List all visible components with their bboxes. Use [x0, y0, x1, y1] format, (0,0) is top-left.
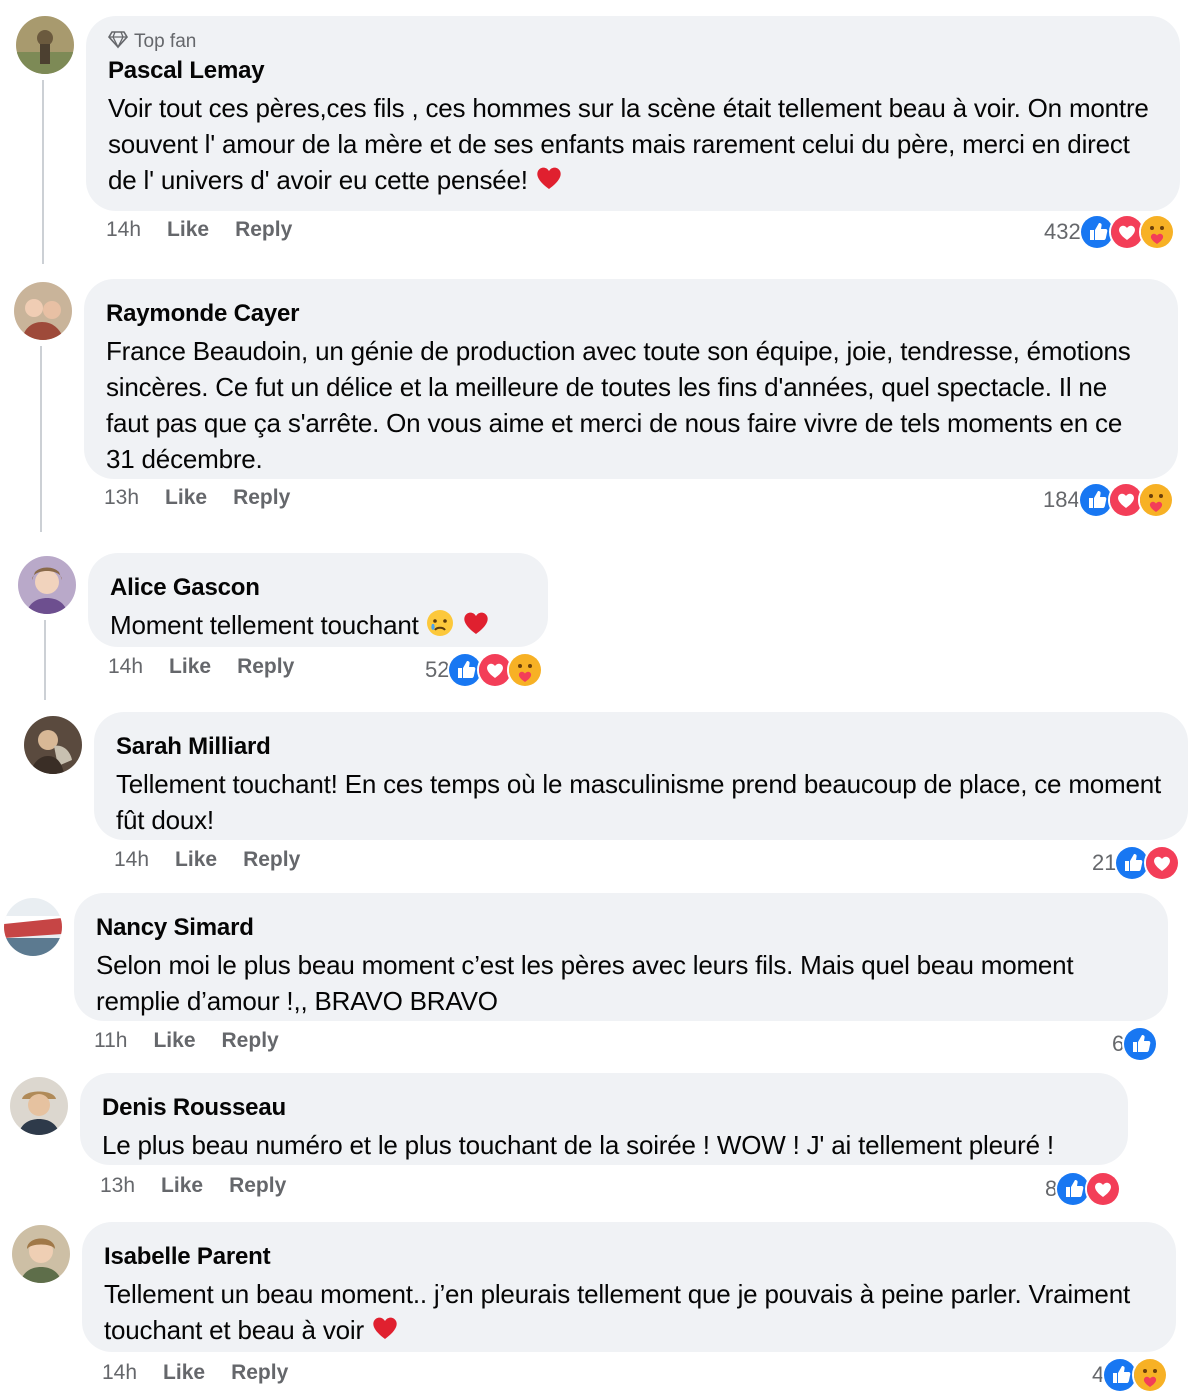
thread-line [44, 620, 46, 700]
comment-bubble: Denis Rousseau Le plus beau numéro et le… [80, 1073, 1128, 1165]
comment-bubble: Raymonde Cayer France Beaudoin, un génie… [84, 279, 1178, 479]
reply-button[interactable]: Reply [235, 218, 292, 242]
comment-text: Le plus beau numéro et le plus touchant … [102, 1130, 1054, 1160]
comment-timestamp[interactable]: 13h [100, 1174, 135, 1198]
comment-timestamp[interactable]: 14h [106, 218, 141, 242]
comment-bubble: Top fan Pascal Lemay Voir tout ces pères… [86, 16, 1180, 211]
avatar[interactable] [4, 898, 62, 956]
badge-label: Top fan [134, 31, 197, 52]
like-button[interactable]: Like [163, 1361, 205, 1385]
reaction-count: 21 [1092, 850, 1117, 875]
comment-timestamp[interactable]: 14h [102, 1361, 137, 1385]
love-icon [1144, 845, 1181, 881]
red-heart-emoji [370, 1313, 400, 1343]
comment-bubble: Alice Gascon Moment tellement touchant [88, 553, 548, 647]
comment-author[interactable]: Pascal Lemay [108, 56, 1156, 86]
like-button[interactable]: Like [167, 218, 209, 242]
comment-bubble: Isabelle Parent Tellement un beau moment… [82, 1222, 1176, 1352]
reaction-summary[interactable]: 432 [1044, 214, 1175, 250]
reaction-summary[interactable]: 6 [1112, 1026, 1159, 1062]
comment-actions: 14h Like Reply [114, 848, 300, 872]
comment-actions: 14h Like Reply [108, 655, 294, 679]
like-button[interactable]: Like [169, 655, 211, 679]
reaction-count: 184 [1043, 487, 1080, 512]
comment-text: Voir tout ces pères,ces fils , ces homme… [108, 93, 1149, 195]
reaction-summary[interactable]: 21 [1092, 845, 1181, 881]
reaction-summary[interactable]: 184 [1043, 482, 1174, 518]
comment-text: Selon moi le plus beau moment c’est les … [96, 950, 1074, 1016]
reply-button[interactable]: Reply [237, 655, 294, 679]
reaction-summary[interactable]: 4 [1092, 1357, 1169, 1393]
reaction-count: 52 [425, 657, 450, 682]
comment-author[interactable]: Denis Rousseau [102, 1093, 1104, 1123]
avatar[interactable] [24, 716, 82, 774]
comment-author[interactable]: Raymonde Cayer [106, 299, 1154, 329]
thread-line [42, 80, 44, 264]
like-button[interactable]: Like [165, 486, 207, 510]
top-fan-badge: Top fan [108, 30, 1156, 54]
like-button[interactable]: Like [175, 848, 217, 872]
comment-author[interactable]: Sarah Milliard [116, 732, 1164, 762]
reply-button[interactable]: Reply [222, 1029, 279, 1053]
comment-text: Tellement un beau moment.. j’en pleurais… [104, 1279, 1130, 1345]
red-heart-emoji [461, 608, 491, 638]
like-button[interactable]: Like [161, 1174, 203, 1198]
reply-button[interactable]: Reply [233, 486, 290, 510]
comment-timestamp[interactable]: 11h [94, 1029, 127, 1053]
comment-text: Tellement touchant! En ces temps où le m… [116, 769, 1162, 835]
care-icon [1138, 214, 1175, 250]
comment-author[interactable]: Nancy Simard [96, 913, 1144, 943]
thread-line [40, 346, 42, 532]
avatar[interactable] [16, 16, 74, 74]
avatar[interactable] [14, 282, 72, 340]
reply-button[interactable]: Reply [229, 1174, 286, 1198]
avatar[interactable] [12, 1225, 70, 1283]
comment-timestamp[interactable]: 14h [108, 655, 143, 679]
comment-actions: 14h Like Reply [102, 1361, 288, 1385]
reaction-summary[interactable]: 52 [425, 652, 544, 688]
red-heart-emoji [534, 163, 564, 193]
comment-actions: 14h Like Reply [106, 218, 292, 242]
comment-bubble: Nancy Simard Selon moi le plus beau mome… [74, 893, 1168, 1021]
comment-text: Moment tellement touchant [110, 607, 524, 643]
reply-button[interactable]: Reply [231, 1361, 288, 1385]
reaction-count: 432 [1044, 219, 1081, 244]
love-icon [1085, 1171, 1122, 1207]
comment-actions: 11h Like Reply [94, 1029, 279, 1053]
avatar[interactable] [10, 1077, 68, 1135]
comment-timestamp[interactable]: 14h [114, 848, 149, 872]
comment-bubble: Sarah Milliard Tellement touchant! En ce… [94, 712, 1188, 840]
comment-actions: 13h Like Reply [100, 1174, 286, 1198]
crying-face-emoji [425, 608, 455, 638]
comment-author[interactable]: Alice Gascon [110, 573, 524, 603]
like-button[interactable]: Like [153, 1029, 195, 1053]
comment-text: France Beaudoin, un génie de production … [106, 336, 1131, 474]
comment-actions: 13h Like Reply [104, 486, 290, 510]
comment-author[interactable]: Isabelle Parent [104, 1242, 1152, 1272]
care-icon [1137, 482, 1174, 518]
diamond-icon [108, 29, 128, 55]
reaction-summary[interactable]: 8 [1045, 1171, 1122, 1207]
comment-timestamp[interactable]: 13h [104, 486, 139, 510]
avatar[interactable] [18, 556, 76, 614]
care-icon [507, 652, 544, 688]
care-icon [1132, 1357, 1169, 1393]
like-icon [1122, 1026, 1159, 1062]
reply-button[interactable]: Reply [243, 848, 300, 872]
